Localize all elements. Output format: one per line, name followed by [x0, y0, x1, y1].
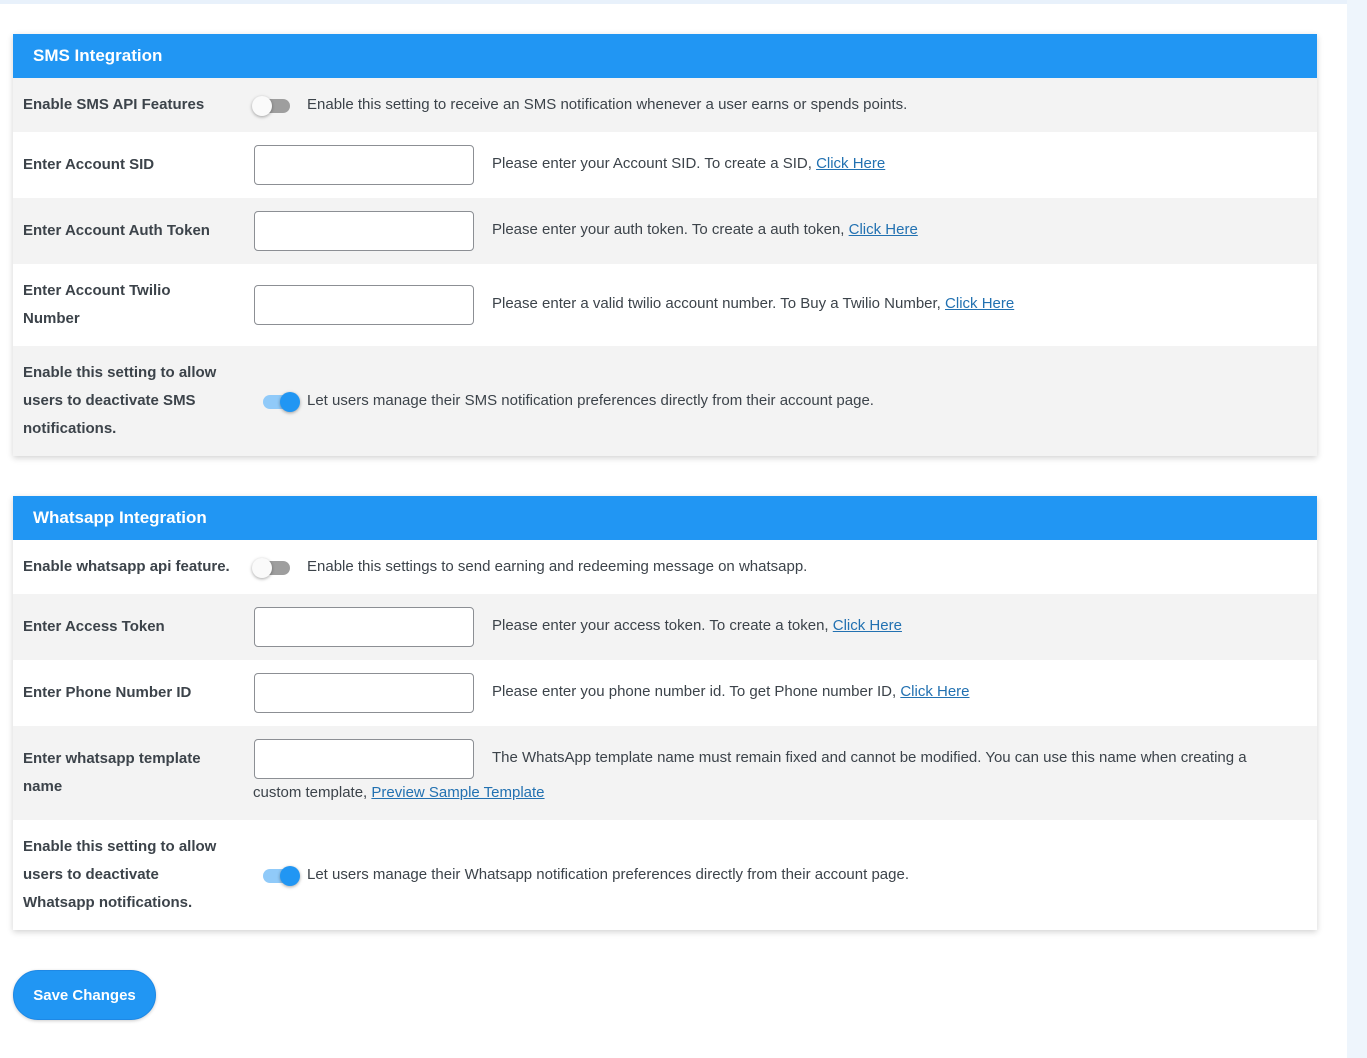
whatsapp-phone-label: Enter Phone Number ID: [23, 684, 192, 701]
whatsapp-access-label: Enter Access Token: [23, 618, 165, 635]
toggle-knob: [280, 866, 300, 886]
toggle-knob: [252, 96, 272, 116]
whatsapp-access-row: Enter Access Token Please enter your acc…: [13, 594, 1317, 660]
sms-number-label: Enter Account Twilio Number: [23, 282, 171, 327]
sms-deactivate-description: Let users manage their SMS notification …: [307, 392, 874, 409]
sms-sid-row: Enter Account SID Please enter your Acco…: [13, 132, 1317, 198]
whatsapp-template-row: Enter whatsapp template name The WhatsAp…: [13, 726, 1317, 820]
whatsapp-enable-label: Enable whatsapp api feature.: [23, 558, 230, 575]
sms-integration-panel: SMS Integration Enable SMS API Features …: [13, 34, 1317, 456]
save-changes-button[interactable]: Save Changes: [13, 970, 156, 1020]
sms-enable-description: Enable this setting to receive an SMS no…: [307, 96, 908, 113]
sms-panel-title: SMS Integration: [13, 34, 1317, 78]
sms-sid-description: Please enter your Account SID. To create…: [492, 155, 885, 172]
whatsapp-deactivate-description: Let users manage their Whatsapp notifica…: [307, 866, 909, 883]
whatsapp-template-description-line2: custom template, Preview Sample Template: [253, 784, 545, 801]
sms-enable-row: Enable SMS API Features Enable this sett…: [13, 78, 1317, 132]
toggle-knob: [252, 558, 272, 578]
sms-number-click-here-link[interactable]: Click Here: [945, 295, 1014, 312]
sms-sid-label: Enter Account SID: [23, 156, 155, 173]
sms-deactivate-label: Enable this setting to allow users to de…: [23, 364, 217, 437]
sms-sid-click-here-link[interactable]: Click Here: [816, 155, 885, 172]
whatsapp-template-input[interactable]: [254, 739, 474, 779]
whatsapp-access-help-text: Please enter your access token. To creat…: [492, 617, 833, 634]
right-scroll-gutter: [1347, 0, 1367, 1058]
whatsapp-access-click-here-link[interactable]: Click Here: [833, 617, 902, 634]
whatsapp-phone-row: Enter Phone Number ID Please enter you p…: [13, 660, 1317, 726]
whatsapp-enable-toggle[interactable]: [252, 558, 290, 578]
sms-sid-input[interactable]: [254, 145, 474, 185]
whatsapp-template-help-text: custom template,: [253, 784, 372, 801]
sms-token-description: Please enter your auth token. To create …: [492, 221, 918, 238]
top-strip: [0, 0, 1347, 4]
whatsapp-phone-help-text: Please enter you phone number id. To get…: [492, 683, 901, 700]
whatsapp-integration-panel: Whatsapp Integration Enable whatsapp api…: [13, 496, 1317, 930]
whatsapp-enable-description: Enable this settings to send earning and…: [307, 558, 808, 575]
whatsapp-enable-row: Enable whatsapp api feature. Enable this…: [13, 540, 1317, 594]
sms-number-help-text: Please enter a valid twilio account numb…: [492, 295, 946, 312]
whatsapp-panel-title: Whatsapp Integration: [13, 496, 1317, 540]
whatsapp-phone-description: Please enter you phone number id. To get…: [492, 683, 970, 700]
sms-number-input[interactable]: [254, 285, 474, 325]
sms-token-label: Enter Account Auth Token: [23, 222, 210, 239]
toggle-knob: [280, 392, 300, 412]
sms-sid-help-text: Please enter your Account SID. To create…: [492, 155, 817, 172]
sms-number-row: Enter Account Twilio Number Please enter…: [13, 264, 1317, 346]
sms-number-description: Please enter a valid twilio account numb…: [492, 295, 1014, 312]
sms-token-help-text: Please enter your auth token. To create …: [492, 221, 849, 238]
whatsapp-deactivate-label: Enable this setting to allow users to de…: [23, 838, 217, 911]
sms-enable-toggle[interactable]: [252, 96, 290, 116]
whatsapp-phone-click-here-link[interactable]: Click Here: [900, 683, 969, 700]
whatsapp-template-description: The WhatsApp template name must remain f…: [492, 749, 1247, 766]
preview-sample-template-link[interactable]: Preview Sample Template: [371, 784, 544, 801]
sms-deactivate-row: Enable this setting to allow users to de…: [13, 346, 1317, 456]
sms-token-row: Enter Account Auth Token Please enter yo…: [13, 198, 1317, 264]
whatsapp-access-token-input[interactable]: [254, 607, 474, 647]
whatsapp-access-description: Please enter your access token. To creat…: [492, 617, 902, 634]
sms-deactivate-toggle[interactable]: [263, 392, 300, 412]
sms-enable-label: Enable SMS API Features: [23, 96, 205, 113]
whatsapp-phone-id-input[interactable]: [254, 673, 474, 713]
sms-token-input[interactable]: [254, 211, 474, 251]
whatsapp-template-label: Enter whatsapp template name: [23, 750, 201, 795]
whatsapp-deactivate-toggle[interactable]: [263, 866, 300, 886]
whatsapp-deactivate-row: Enable this setting to allow users to de…: [13, 820, 1317, 930]
sms-token-click-here-link[interactable]: Click Here: [849, 221, 918, 238]
